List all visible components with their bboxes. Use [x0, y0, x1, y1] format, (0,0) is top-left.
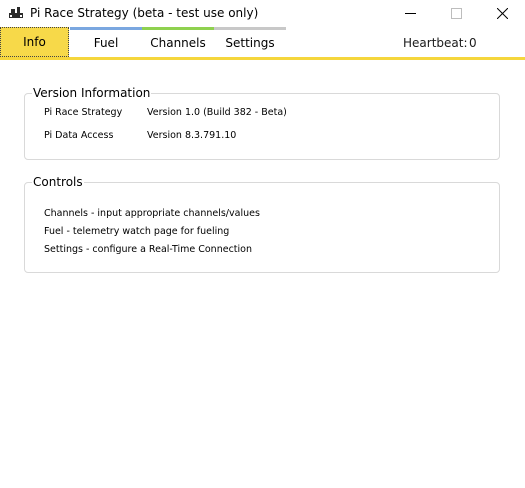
heartbeat-value: 0: [469, 36, 477, 50]
version-row-value: Version 8.3.791.10: [147, 130, 237, 141]
controls-line: Fuel - telemetry watch page for fueling: [44, 226, 230, 237]
version-row-key: Pi Data Access: [44, 130, 114, 141]
group-title: Version Information: [32, 85, 152, 101]
maximize-icon: [450, 8, 462, 19]
close-button[interactable]: [479, 0, 525, 27]
app-logo-icon: [9, 7, 23, 18]
minimize-icon: [404, 13, 416, 14]
version-information-group: Version Information Pi Race Strategy Ver…: [24, 85, 500, 160]
tab-channels[interactable]: Channels: [142, 27, 214, 56]
controls-line: Settings - configure a Real-Time Connect…: [44, 244, 252, 255]
controls-line: Channels - input appropriate channels/va…: [44, 208, 260, 219]
heartbeat-label: Heartbeat:: [403, 36, 468, 50]
minimize-button[interactable]: [387, 0, 433, 27]
tab-accent-divider: [0, 57, 525, 60]
group-title: Controls: [32, 174, 84, 190]
version-row-value: Version 1.0 (Build 382 - Beta): [147, 107, 287, 118]
tab-info[interactable]: Info: [0, 27, 69, 57]
version-row-key: Pi Race Strategy: [44, 107, 123, 118]
tab-fuel[interactable]: Fuel: [70, 27, 142, 56]
tab-settings[interactable]: Settings: [214, 27, 286, 56]
title-bar: Pi Race Strategy (beta - test use only): [0, 0, 525, 27]
window-title: Pi Race Strategy (beta - test use only): [30, 6, 259, 20]
close-icon: [496, 8, 508, 19]
tab-bar: Info Fuel Channels Settings Heartbeat: 0: [0, 27, 525, 58]
maximize-button[interactable]: [433, 0, 479, 27]
controls-group: Controls Channels - input appropriate ch…: [24, 174, 500, 273]
